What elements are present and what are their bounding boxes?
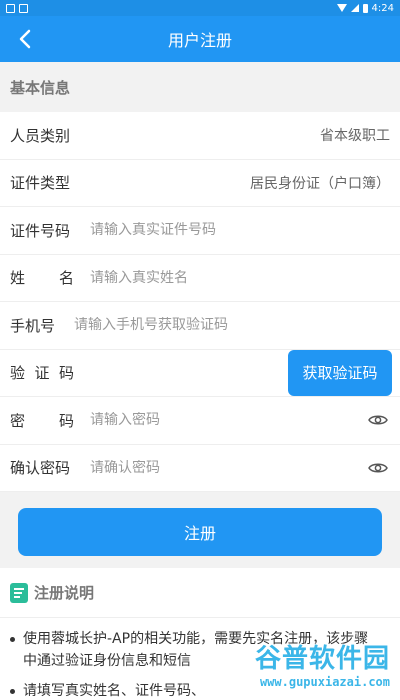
code-row: 验 证 码 获取验证码 bbox=[0, 349, 400, 397]
document-icon bbox=[10, 582, 28, 603]
notification-icon bbox=[6, 3, 15, 13]
wifi-icon bbox=[336, 4, 347, 12]
get-code-button[interactable]: 获取验证码 bbox=[288, 349, 392, 396]
registration-form: 人员类别 省本级职工 证件类型 居民身份证（户口簿） 证件号码 姓 名 手机号 … bbox=[0, 112, 400, 492]
id-type-row[interactable]: 证件类型 居民身份证（户口簿） bbox=[0, 160, 400, 207]
section-basic-info: 基本信息 bbox=[10, 78, 71, 97]
category-value[interactable]: 省本级职工 bbox=[320, 125, 390, 145]
signal-icon bbox=[350, 4, 359, 12]
page-title: 用户注册 bbox=[167, 31, 232, 50]
back-button[interactable] bbox=[10, 24, 40, 54]
status-time: 4:24 bbox=[371, 2, 394, 14]
watermark: 谷普软件园 www.gupuxiazai.com bbox=[220, 638, 390, 694]
notes-panel: 注册说明 使用蓉城长护-AP的相关功能，需要先实名注册，该步骤中通过验证身份信息… bbox=[0, 568, 400, 700]
password-input[interactable] bbox=[90, 412, 366, 429]
id-type-label: 证件类型 bbox=[10, 174, 71, 193]
confirm-row: 确认密码 bbox=[0, 445, 400, 492]
name-label: 姓 名 bbox=[10, 269, 74, 288]
id-number-label: 证件号码 bbox=[10, 221, 71, 240]
password-row: 密 码 bbox=[0, 397, 400, 445]
show-password-toggle[interactable] bbox=[366, 408, 390, 432]
id-number-row: 证件号码 bbox=[0, 207, 400, 255]
eye-icon bbox=[368, 415, 388, 425]
id-number-input[interactable] bbox=[90, 222, 390, 239]
phone-label: 手机号 bbox=[10, 316, 56, 335]
status-bar: 4:24 bbox=[0, 0, 400, 16]
chevron-left-icon bbox=[19, 29, 31, 49]
category-row[interactable]: 人员类别 省本级职工 bbox=[0, 112, 400, 160]
register-button[interactable]: 注册 bbox=[18, 508, 382, 556]
phone-row: 手机号 bbox=[0, 302, 400, 350]
notes-title: 注册说明 bbox=[34, 584, 95, 602]
confirm-input[interactable] bbox=[90, 459, 366, 476]
password-label: 密 码 bbox=[10, 411, 74, 430]
code-label: 验 证 码 bbox=[10, 364, 74, 383]
nav-bar: 用户注册 bbox=[0, 16, 400, 62]
name-input[interactable] bbox=[90, 269, 390, 286]
battery-icon bbox=[362, 3, 368, 13]
category-label: 人员类别 bbox=[10, 126, 71, 145]
confirm-label: 确认密码 bbox=[10, 459, 71, 478]
watermark-text: 谷普软件园 bbox=[254, 644, 390, 674]
show-confirm-toggle[interactable] bbox=[366, 456, 390, 480]
name-row: 姓 名 bbox=[0, 255, 400, 302]
phone-input[interactable] bbox=[74, 317, 390, 334]
sim-icon bbox=[19, 3, 28, 13]
id-type-value[interactable]: 居民身份证（户口簿） bbox=[250, 173, 390, 193]
eye-icon bbox=[368, 463, 388, 473]
watermark-url: www.gupuxiazai.com bbox=[259, 675, 390, 689]
